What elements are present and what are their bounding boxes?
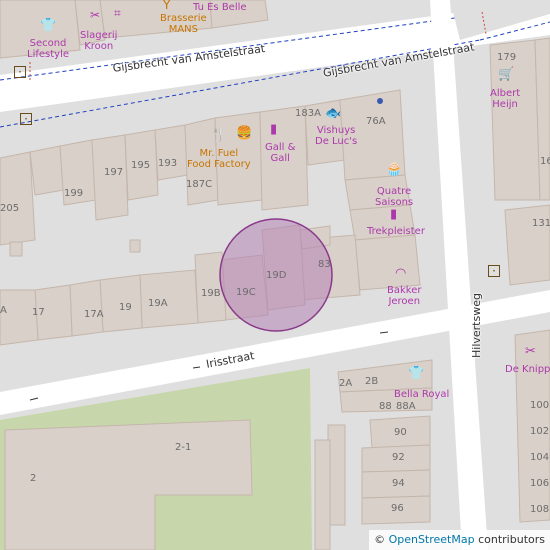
cocktail-icon: Y — [163, 0, 171, 12]
copyright-symbol: © — [374, 533, 386, 546]
tool-icon: ▮ — [390, 207, 398, 222]
house-number: 92 — [392, 452, 405, 463]
poi-second-lifestyle[interactable]: Second Lifestyle — [27, 38, 69, 60]
house-number: 131 — [532, 218, 550, 229]
poi-gall-gall[interactable]: Gall & Gall — [265, 142, 295, 164]
scissors-icon: ✂ — [525, 344, 536, 359]
map-attribution: © OpenStreetMap contributors — [369, 530, 550, 550]
house-number: 106 — [530, 478, 550, 489]
house-number: 197 — [104, 167, 124, 178]
house-number: 83 — [318, 259, 331, 270]
house-number: 17A — [84, 309, 104, 320]
poi-de-knipper[interactable]: De Knippe — [505, 364, 550, 375]
bus-stop-icon: · — [488, 265, 500, 277]
poi-mr-fuel[interactable]: Mr. Fuel Food Factory — [187, 148, 251, 170]
poi-bella-royal[interactable]: Bella Royal — [394, 389, 449, 400]
scissors-icon: ✂ — [90, 8, 101, 22]
fish-icon: 🐟 — [325, 106, 342, 121]
bottle-icon: ▮ — [270, 122, 278, 137]
house-number: 2B — [365, 376, 379, 387]
house-number: 90 — [394, 427, 407, 438]
poi-brasserie-mans[interactable]: Brasserie MANS — [160, 13, 207, 35]
poi-bakker-jeroen[interactable]: Bakker Jeroen — [387, 285, 421, 307]
house-number: 187C — [186, 179, 213, 190]
bus-stop-icon: · — [20, 113, 32, 125]
house-number: 205 — [0, 203, 20, 214]
house-number: 183A — [295, 108, 321, 119]
house-number: 100 — [530, 400, 550, 411]
poi-trekpleister[interactable]: Trekpleister — [367, 226, 425, 237]
house-number: 2 — [30, 473, 37, 484]
dot-icon — [377, 98, 383, 104]
house-number: 108 — [530, 504, 550, 515]
house-number: 2A — [339, 378, 353, 389]
house-number: A — [0, 305, 7, 316]
house-number: 179 — [497, 52, 517, 63]
house-number: 88A — [396, 401, 416, 412]
house-number: 16 — [540, 156, 550, 167]
house-number: 193 — [158, 158, 178, 169]
poi-vishuys[interactable]: Vishuys De Luc's — [315, 125, 357, 147]
shop-bag-icon: 👕 — [40, 18, 57, 33]
bakery-icon: ◠ — [395, 266, 407, 281]
fastfood-icon: 🍔 — [236, 126, 253, 141]
house-number: 19C — [236, 287, 256, 298]
house-number: 104 — [530, 452, 550, 463]
house-number: 199 — [64, 188, 84, 199]
house-number: 19B — [201, 288, 221, 299]
poi-quatre-saisons[interactable]: Quatre Saisons — [375, 186, 413, 208]
house-number: 76A — [366, 116, 386, 127]
comb-icon: ⌗ — [114, 6, 121, 20]
house-number: 17 — [32, 307, 45, 318]
bus-stop-icon: · — [14, 66, 26, 78]
cake-icon: 🧁 — [386, 162, 403, 177]
attribution-suffix: contributors — [478, 533, 545, 546]
road-hilvertsweg — [430, 0, 488, 550]
map-view[interactable]: 👕 ✂ ⌗ Y · · · 🍴 🍔 ▮ 🐟 🧁 ▮ ◠ 🛒 👕 ✂ Gijsbr… — [0, 0, 550, 550]
house-number: 19 — [119, 302, 132, 313]
house-number: 94 — [392, 478, 405, 489]
clothes-icon: 👕 — [408, 366, 425, 381]
house-number: 88 — [379, 401, 392, 412]
poi-tu-es-belle[interactable]: Tu Es Belle — [193, 2, 247, 13]
house-number: 102 — [530, 426, 550, 437]
house-number: 2-1 — [175, 442, 192, 453]
shopping-cart-icon: 🛒 — [498, 67, 515, 82]
poi-slagerij-kroon[interactable]: Slagerij Kroon — [80, 30, 117, 52]
house-number: 19A — [148, 298, 168, 309]
poi-albert-heijn[interactable]: Albert Heijn — [490, 88, 520, 110]
house-number: 96 — [391, 503, 404, 514]
house-number: 195 — [131, 160, 151, 171]
osm-link[interactable]: OpenStreetMap — [389, 533, 475, 546]
street-hilvertsweg: Hilvertsweg — [470, 293, 483, 358]
house-number: 19D — [266, 270, 287, 281]
cutlery-icon: 🍴 — [210, 128, 227, 143]
